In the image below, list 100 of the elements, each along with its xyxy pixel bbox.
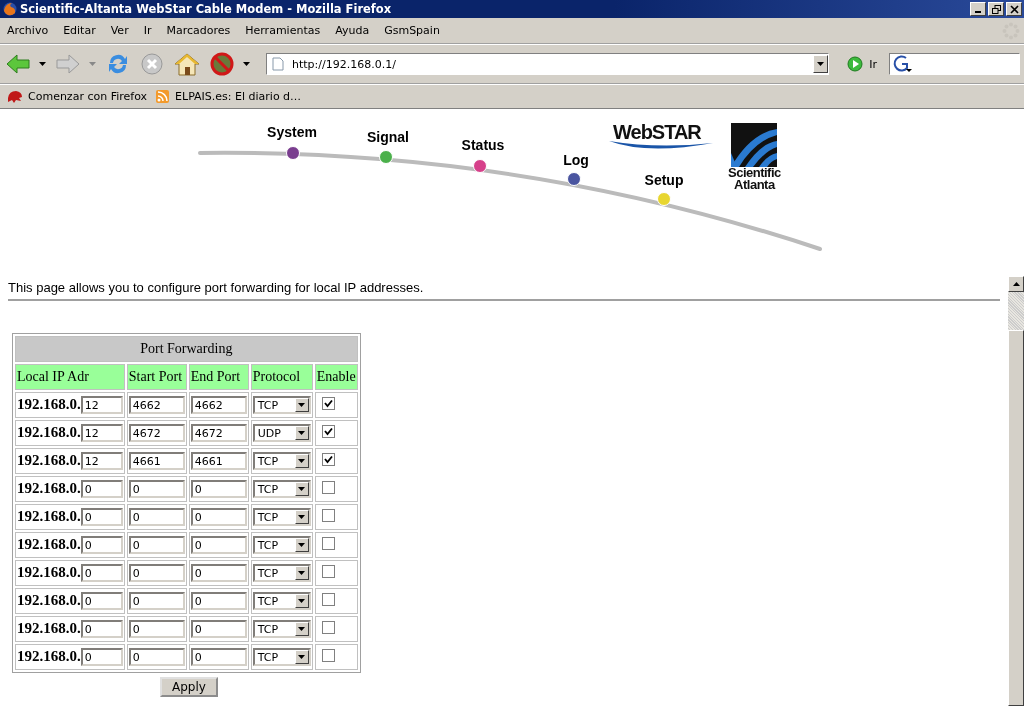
protocol-select[interactable]: TCP: [252, 396, 311, 414]
caret-icon: [298, 627, 306, 631]
end-port-input[interactable]: 0: [190, 480, 247, 498]
nav-dot[interactable]: [286, 146, 300, 160]
ip-prefix: 192.168.0.: [17, 507, 81, 524]
search-engine-icon[interactable]: [893, 55, 913, 73]
nav-link[interactable]: Log: [563, 152, 589, 168]
protocol-select[interactable]: TCP: [252, 452, 311, 470]
end-port-input[interactable]: 0: [190, 508, 247, 526]
caret-icon: [817, 62, 825, 66]
ip-input[interactable]: 0: [80, 648, 123, 667]
menu-item[interactable]: GsmSpain: [384, 24, 440, 37]
globe-icon: [3, 2, 17, 16]
minimize-button[interactable]: [970, 2, 986, 16]
company-logo: Scientific Atlanta: [728, 123, 781, 191]
ip-input[interactable]: 12: [80, 452, 123, 471]
home-icon[interactable]: [174, 52, 200, 76]
enable-checkbox[interactable]: [321, 565, 335, 578]
nav-dot[interactable]: [379, 150, 393, 164]
end-port-input[interactable]: 4672: [190, 424, 247, 442]
protocol-select[interactable]: TCP: [252, 648, 311, 666]
nav-dot[interactable]: [567, 172, 581, 186]
menu-item[interactable]: Marcadores: [166, 24, 231, 37]
nav-link[interactable]: Status: [461, 137, 505, 153]
start-port-input[interactable]: 0: [128, 508, 185, 526]
end-port-input[interactable]: 0: [190, 536, 247, 554]
ip-input[interactable]: 12: [80, 424, 123, 443]
scroll-up-button[interactable]: [1008, 276, 1024, 292]
caret-icon: [298, 515, 306, 519]
menu-item[interactable]: Ayuda: [335, 24, 370, 37]
stop-icon[interactable]: [140, 52, 164, 76]
ip-input[interactable]: 0: [80, 480, 123, 499]
protocol-select[interactable]: UDP: [252, 424, 311, 442]
caret-icon: [298, 487, 306, 491]
nav-dot[interactable]: [473, 159, 487, 173]
reload-icon[interactable]: [106, 52, 130, 76]
ip-input[interactable]: 0: [80, 620, 123, 639]
end-port-input[interactable]: 4661: [190, 452, 247, 470]
back-arrow-icon[interactable]: [6, 53, 30, 75]
nav-link[interactable]: Setup: [644, 172, 684, 188]
start-port-input[interactable]: 4662: [128, 396, 185, 414]
menu-item[interactable]: Ir: [143, 24, 152, 37]
dropdown-button[interactable]: [813, 55, 829, 73]
enable-checkbox[interactable]: [321, 649, 335, 662]
go-label[interactable]: Ir: [869, 57, 877, 71]
blocked-icon[interactable]: [210, 52, 234, 76]
nav-link[interactable]: Signal: [367, 129, 409, 145]
protocol-select[interactable]: TCP: [252, 564, 311, 582]
protocol-select[interactable]: TCP: [252, 480, 311, 498]
caret-icon[interactable]: [243, 62, 250, 66]
start-port-input[interactable]: 0: [128, 648, 185, 666]
enable-checkbox[interactable]: [321, 509, 335, 522]
enable-checkbox[interactable]: [321, 453, 335, 466]
enable-checkbox[interactable]: [321, 593, 335, 606]
ip-prefix: 192.168.0.: [17, 591, 81, 608]
ip-input[interactable]: 0: [80, 508, 123, 527]
start-port-input[interactable]: 4672: [128, 424, 185, 442]
enable-checkbox[interactable]: [321, 537, 335, 550]
address-field[interactable]: http://192.168.0.1/: [266, 53, 830, 75]
ip-input[interactable]: 0: [80, 592, 123, 611]
ip-input[interactable]: 12: [80, 396, 123, 415]
start-port-input[interactable]: 0: [128, 564, 185, 582]
enable-checkbox[interactable]: [321, 621, 335, 634]
window-title: Scientific-Altanta WebStar Cable Modem - Mozilla Firefox: [20, 2, 392, 16]
start-port-input[interactable]: 4661: [128, 452, 185, 470]
end-port-input[interactable]: 0: [190, 648, 247, 666]
caret-icon[interactable]: [39, 62, 46, 66]
start-port-input[interactable]: 0: [128, 620, 185, 638]
protocol-select[interactable]: TCP: [252, 536, 311, 554]
end-port-input[interactable]: 0: [190, 620, 247, 638]
enable-checkbox[interactable]: [321, 397, 335, 410]
search-field[interactable]: [889, 53, 1020, 75]
menu-item[interactable]: Ver: [110, 24, 129, 37]
page-icon: [272, 57, 284, 71]
enable-checkbox[interactable]: [321, 425, 335, 438]
menu-item[interactable]: Editar: [63, 24, 96, 37]
menu-item[interactable]: Archivo: [7, 24, 49, 37]
start-port-input[interactable]: 0: [128, 536, 185, 554]
restore-button[interactable]: [988, 2, 1004, 16]
enable-checkbox[interactable]: [321, 481, 335, 494]
bookmark-item[interactable]: ELPAIS.es: El diario d…: [155, 88, 302, 105]
nav-dot[interactable]: [657, 192, 671, 206]
end-port-input[interactable]: 4662: [190, 396, 247, 414]
protocol-select[interactable]: TCP: [252, 592, 311, 610]
start-port-input[interactable]: 0: [128, 480, 185, 498]
end-port-input[interactable]: 0: [190, 564, 247, 582]
bookmark-item[interactable]: Comenzar con Firefox: [6, 88, 148, 105]
column-header: Local IP Adr: [15, 364, 125, 390]
close-button[interactable]: [1006, 2, 1022, 16]
end-port-input[interactable]: 0: [190, 592, 247, 610]
protocol-select[interactable]: TCP: [252, 508, 311, 526]
protocol-select[interactable]: TCP: [252, 620, 311, 638]
go-icon[interactable]: [847, 56, 864, 72]
ip-input[interactable]: 0: [80, 536, 123, 555]
ip-prefix: 192.168.0.: [17, 619, 81, 636]
menu-item[interactable]: Herramientas: [245, 24, 321, 37]
ip-input[interactable]: 0: [80, 564, 123, 583]
start-port-input[interactable]: 0: [128, 592, 185, 610]
nav-link[interactable]: System: [267, 124, 317, 140]
apply-button[interactable]: Apply: [160, 677, 218, 697]
